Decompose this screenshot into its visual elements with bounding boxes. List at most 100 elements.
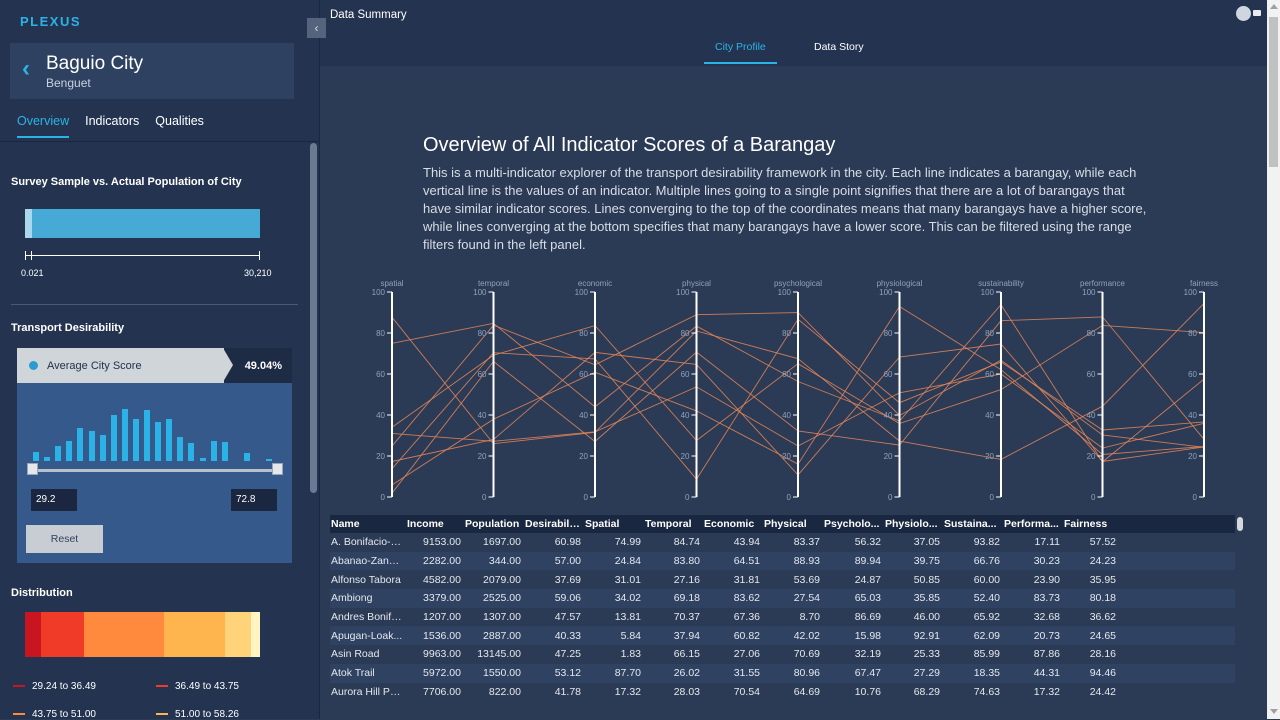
axis-tick	[31, 251, 32, 260]
axis-label: physical	[682, 279, 711, 288]
distribution-segment	[25, 612, 42, 657]
sidebar-scrollbar[interactable]	[310, 143, 317, 493]
menu-icon[interactable]	[1253, 10, 1261, 16]
table-cell: 1536.00	[423, 629, 461, 642]
range-max-input[interactable]: 72.8	[231, 489, 277, 511]
transport-title: Transport Desirability	[11, 322, 125, 334]
column-header[interactable]: Spatial	[584, 518, 644, 530]
table-cell: 83.80	[673, 555, 700, 568]
table-cell: 39.75	[913, 555, 940, 568]
tick-label: 40	[681, 411, 690, 420]
column-header[interactable]: Economic	[703, 518, 763, 530]
table-cell: 87.70	[614, 667, 641, 680]
histogram-bar	[33, 452, 39, 461]
table-body: A. Bonifacio-C... 9153.00 1697.00 60.98 74.9…	[330, 533, 1235, 702]
tick-label: 80	[985, 329, 994, 338]
table-cell: 27.29	[913, 667, 940, 680]
histogram-bar	[210, 441, 217, 461]
table-cell: 24.87	[854, 573, 881, 586]
table-cell: 65.03	[854, 592, 881, 605]
range-slider-min-handle[interactable]	[27, 463, 38, 475]
table-cell: 2079.00	[483, 573, 521, 586]
range-slider-max-handle[interactable]	[272, 463, 283, 475]
column-header[interactable]: Fairness	[1063, 518, 1119, 530]
table-cell: 31.55	[733, 667, 760, 680]
table-cell: 4582.00	[423, 573, 461, 586]
tick-label: 0	[990, 493, 995, 502]
column-header[interactable]: Temporal	[644, 518, 703, 530]
range-min-input[interactable]: 29.2	[31, 489, 77, 511]
table-cell: 80.96	[793, 667, 820, 680]
tab-data-story[interactable]: Data Story	[814, 41, 864, 53]
chevron-left-icon[interactable]: ‹	[22, 57, 38, 81]
tick-label: 80	[884, 329, 893, 338]
table-cell: 46.00	[913, 611, 940, 624]
table-cell: 66.76	[973, 555, 1000, 568]
city-province: Benguet	[46, 76, 91, 90]
column-header[interactable]: Name	[330, 518, 406, 530]
tick-label: 0	[787, 493, 792, 502]
range-slider-track[interactable]	[29, 469, 278, 472]
tick-label: 20	[478, 452, 487, 461]
table-row[interactable]: Atok Trail 5972.00 1550.00 53.12 87.70 26.02 3…	[330, 663, 1235, 683]
tick-label: 20	[376, 452, 385, 461]
tab-indicators[interactable]: Indicators	[85, 114, 139, 138]
table-cell: 43.94	[733, 536, 760, 549]
column-header[interactable]: Physiolo...	[884, 518, 943, 530]
table-cell: 28.03	[673, 685, 700, 698]
histogram-bar	[177, 437, 184, 461]
scroll-up-icon[interactable]	[1270, 4, 1278, 9]
column-header[interactable]: Population	[464, 518, 524, 530]
table-cell: 64.51	[733, 555, 760, 568]
table-row[interactable]: A. Bonifacio-C... 9153.00 1697.00 60.98 74.9…	[330, 533, 1235, 552]
column-header[interactable]: Psycholo...	[823, 518, 884, 530]
table-row[interactable]: Apugan-Loak... 1536.00 2887.00 40.33 5.84 37.…	[330, 626, 1235, 646]
dot-icon	[29, 361, 38, 370]
table-cell: 20.73	[1033, 629, 1060, 642]
table-cell: 80.18	[1089, 592, 1116, 605]
collapse-sidebar-button[interactable]: ‹	[307, 18, 326, 38]
legend-swatch	[156, 713, 168, 716]
column-header[interactable]: Performa...	[1003, 518, 1063, 530]
table-row[interactable]: Andres Bonifa... 1207.00 1307.00 47.57 13.81…	[330, 607, 1235, 627]
table-row[interactable]: Abanao-Zand... 2282.00 344.00 57.00 24.84 83.…	[330, 551, 1235, 571]
legend-item: 51.00 to 58.26	[156, 709, 239, 720]
table-cell: 52.40	[973, 592, 1000, 605]
table-cell: 1207.00	[423, 611, 461, 624]
axis-max-label: 30,210	[244, 268, 272, 278]
settings-icon[interactable]	[1236, 6, 1251, 21]
table-row[interactable]: Aurora Hill Pro... 7706.00 822.00 41.78 17.3…	[330, 682, 1235, 702]
scroll-down-icon[interactable]	[1270, 709, 1278, 714]
tick-label: 80	[579, 329, 588, 338]
tick-label: 0	[482, 493, 487, 502]
table-cell: 50.85	[913, 573, 940, 586]
table-cell: 17.32	[614, 685, 641, 698]
column-header[interactable]: Physical	[763, 518, 823, 530]
distribution-segment	[163, 612, 225, 657]
tick-label: 40	[985, 411, 994, 420]
column-header[interactable]: Income	[406, 518, 464, 530]
table-cell: 1697.00	[483, 536, 521, 549]
tick-label: 60	[478, 370, 487, 379]
table-row[interactable]: Ambiong 3379.00 2525.00 59.06 34.02 69.18 83.6…	[330, 589, 1235, 608]
column-header[interactable]: Sustaina...	[943, 518, 1003, 530]
axis-label: temporal	[478, 279, 509, 288]
tick-label: 40	[478, 411, 487, 420]
axis-label: physiological	[877, 279, 923, 288]
tick-label: 20	[1188, 452, 1197, 461]
histogram-bar	[99, 435, 106, 461]
column-header[interactable]: Desirabili...	[524, 518, 584, 530]
tick-label: 100	[778, 288, 792, 297]
table-row[interactable]: Alfonso Tabora 4582.00 2079.00 37.69 31.01 27…	[330, 570, 1235, 590]
table-cell: Aurora Hill Pro...	[331, 685, 406, 698]
tab-qualities[interactable]: Qualities	[155, 114, 204, 138]
table-cell: 64.69	[793, 685, 820, 698]
table-cell: 13145.00	[477, 648, 521, 661]
tick-label: 100	[575, 288, 589, 297]
table-scrollbar[interactable]	[1237, 517, 1243, 531]
main-scrollbar-thumb[interactable]	[1269, 17, 1278, 167]
tab-city-profile[interactable]: City Profile	[715, 41, 766, 53]
table-row[interactable]: Asin Road 9963.00 13145.00 47.25 1.83 66.15 27…	[330, 645, 1235, 664]
reset-button[interactable]: Reset	[26, 525, 103, 553]
tab-overview[interactable]: Overview	[17, 114, 70, 138]
